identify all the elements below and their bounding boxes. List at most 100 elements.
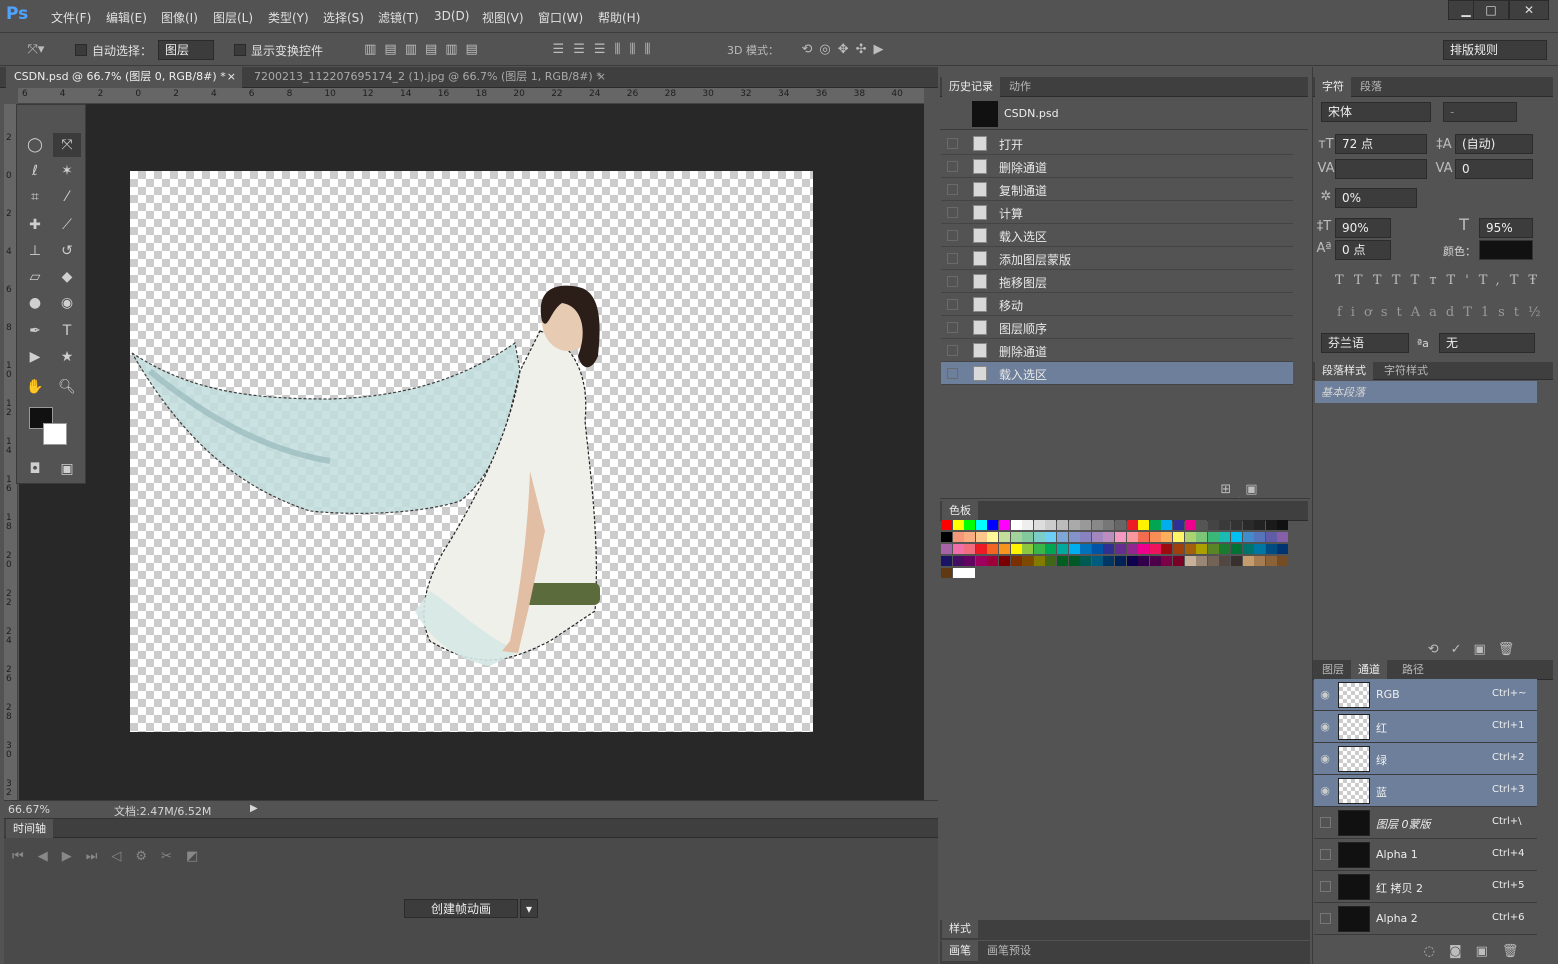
tab-paths[interactable]: 路径	[1395, 660, 1431, 680]
color-swatch[interactable]	[1219, 544, 1231, 554]
color-swatch[interactable]	[1242, 544, 1254, 554]
color-swatch[interactable]	[1149, 520, 1161, 530]
color-swatch[interactable]	[952, 520, 964, 530]
color-swatch[interactable]	[1091, 532, 1103, 542]
color-swatch[interactable]	[999, 544, 1010, 554]
color-swatch[interactable]	[1254, 520, 1266, 530]
lasso-icon[interactable]: ℓ	[21, 159, 49, 183]
color-swatch[interactable]	[952, 532, 964, 542]
color-swatch[interactable]	[999, 556, 1010, 566]
marquee-icon[interactable]: ◯	[21, 133, 49, 157]
color-swatch[interactable]	[952, 556, 964, 566]
menu-type[interactable]: 类型(Y)	[268, 9, 309, 26]
menu-3d[interactable]: 3D(D)	[434, 9, 469, 23]
color-swatch[interactable]	[1265, 544, 1277, 554]
history-item[interactable]: 计算	[941, 201, 1293, 224]
channel-row[interactable]: ◉ 绿 Ctrl+2	[1314, 743, 1537, 775]
swatch-grid[interactable]	[941, 520, 1291, 580]
color-swatch[interactable]	[941, 532, 952, 542]
menu-help[interactable]: 帮助(H)	[598, 9, 640, 26]
color-swatch[interactable]	[1196, 544, 1208, 554]
doc-size[interactable]: 文档:2.47M/6.52M	[114, 803, 211, 819]
color-swatch[interactable]	[1265, 556, 1277, 566]
show-transform-checkbox[interactable]	[234, 44, 246, 56]
stamp-icon[interactable]: ⊥	[21, 239, 49, 263]
opentype-buttons[interactable]: fiơstAadT1st½	[1337, 305, 1541, 321]
channel-row[interactable]: Alpha 2 Ctrl+6	[1314, 903, 1537, 935]
style-footer-icons[interactable]: ⟲✓▣🗑︎	[1417, 642, 1537, 658]
tab-jpg[interactable]: 7200213_112207695174_2 (1).jpg @ 66.7% (…	[246, 67, 612, 88]
menu-select[interactable]: 选择(S)	[323, 9, 364, 26]
color-swatch[interactable]	[1115, 544, 1126, 554]
color-swatch[interactable]	[987, 544, 999, 554]
snapshot-label[interactable]: CSDN.psd	[1004, 107, 1059, 120]
tracking-dropdown[interactable]: 0	[1455, 159, 1533, 179]
color-swatch[interactable]	[1022, 556, 1034, 566]
color-swatch[interactable]	[1057, 556, 1068, 566]
color-swatch[interactable]	[1033, 520, 1045, 530]
channel-row[interactable]: ◉ 红 Ctrl+1	[1314, 711, 1537, 743]
path-select-icon[interactable]: ▶	[21, 345, 49, 369]
history-item[interactable]: 复制通道	[941, 178, 1293, 201]
color-swatch[interactable]	[941, 568, 952, 578]
color-swatch[interactable]	[1219, 520, 1231, 530]
brush-icon[interactable]: ⟋	[53, 213, 81, 237]
color-swatch[interactable]	[1265, 520, 1277, 530]
color-swatch[interactable]	[1149, 556, 1161, 566]
menu-window[interactable]: 窗口(W)	[538, 9, 583, 26]
color-swatch[interactable]	[1138, 556, 1150, 566]
zoom-icon[interactable]: 🔍︎	[53, 375, 81, 399]
channel-row[interactable]: 图层 0蒙版 Ctrl+\	[1314, 807, 1537, 839]
color-swatch[interactable]	[1045, 532, 1057, 542]
color-swatch[interactable]	[975, 544, 987, 554]
history-item[interactable]: 删除通道	[941, 339, 1293, 362]
color-swatch[interactable]	[1080, 520, 1092, 530]
color-swatch[interactable]	[1138, 532, 1150, 542]
color-swatch[interactable]	[1057, 544, 1068, 554]
color-swatch[interactable]	[1161, 520, 1173, 530]
color-swatch[interactable]	[1115, 556, 1126, 566]
color-swatch[interactable]	[1265, 532, 1277, 542]
color-swatch[interactable]	[1231, 544, 1242, 554]
color-swatch[interactable]	[1184, 556, 1196, 566]
color-swatch[interactable]	[1045, 556, 1057, 566]
color-swatch[interactable]	[1103, 544, 1115, 554]
color-swatch[interactable]	[1080, 544, 1092, 554]
create-frame-animation-button[interactable]: 创建帧动画	[404, 899, 518, 918]
screen-mode-icon[interactable]: ▣	[53, 457, 81, 481]
color-swatch[interactable]	[1126, 532, 1138, 542]
blur-icon[interactable]: ●	[21, 291, 49, 315]
close-icon[interactable]: ×	[227, 67, 236, 87]
horizontal-scale-input[interactable]: 95%	[1479, 218, 1533, 238]
color-swatch[interactable]	[1068, 556, 1080, 566]
color-swatch[interactable]	[1010, 532, 1022, 542]
align-icons[interactable]: ▥▤▥▤▥▤	[350, 42, 500, 58]
zoom-level[interactable]: 66.67%	[8, 803, 50, 816]
color-swatch[interactable]	[999, 532, 1010, 542]
playback-controls[interactable]: ⏮◀▶⏭◁⚙✂◩	[12, 849, 262, 865]
color-swatch[interactable]	[1115, 532, 1126, 542]
transparent-canvas[interactable]	[130, 171, 813, 732]
color-swatch[interactable]	[1161, 556, 1173, 566]
color-swatch[interactable]	[1254, 532, 1266, 542]
color-swatch[interactable]	[1184, 520, 1196, 530]
menu-edit[interactable]: 编辑(E)	[106, 9, 147, 26]
pen-icon[interactable]: ✒	[21, 319, 49, 343]
shape-icon[interactable]: ★	[53, 345, 81, 369]
color-swatch[interactable]	[952, 568, 964, 578]
history-item[interactable]: 移动	[941, 293, 1293, 316]
tab-paragraph[interactable]: 段落	[1353, 77, 1389, 97]
tab-history[interactable]: 历史记录	[942, 77, 1000, 97]
magic-wand-icon[interactable]: ✶	[53, 159, 81, 183]
color-swatch[interactable]	[1080, 532, 1092, 542]
color-swatch[interactable]	[941, 544, 952, 554]
color-swatch[interactable]	[1045, 544, 1057, 554]
color-swatch[interactable]	[1277, 556, 1289, 566]
color-swatch[interactable]	[1173, 556, 1184, 566]
color-swatch[interactable]	[1277, 544, 1289, 554]
tab-character-styles[interactable]: 字符样式	[1377, 362, 1435, 380]
color-swatch[interactable]	[1091, 544, 1103, 554]
healing-icon[interactable]: ✚	[21, 213, 49, 237]
color-swatch[interactable]	[1057, 532, 1068, 542]
color-swatch[interactable]	[1033, 556, 1045, 566]
